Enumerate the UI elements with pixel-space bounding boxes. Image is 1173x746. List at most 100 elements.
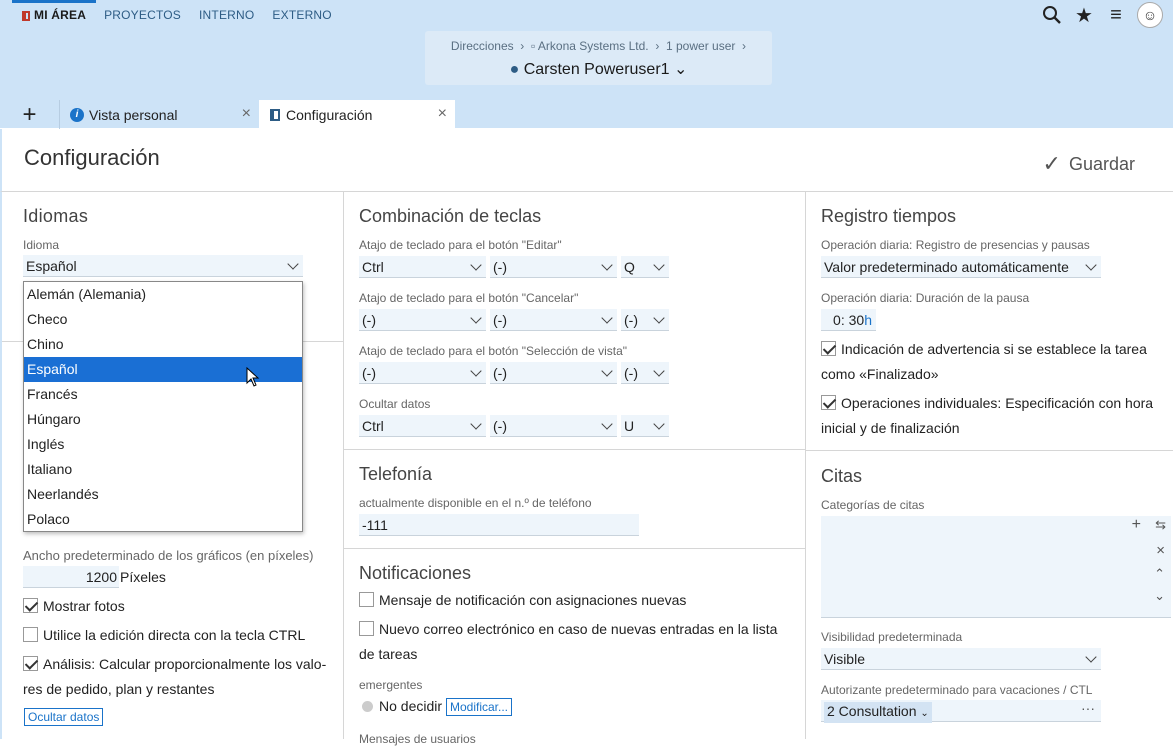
- chevron-up-icon[interactable]: ⌃: [1154, 566, 1165, 582]
- top-actions: ★ ≡ ☺: [1041, 2, 1163, 28]
- select-value: (-): [624, 365, 638, 381]
- language-value: Español: [26, 258, 77, 274]
- shortcut-edit-key1[interactable]: Ctrl: [359, 256, 486, 278]
- approver-label: Autorizante predeterminado para vacacion…: [821, 683, 1093, 697]
- shortcut-hide-key1[interactable]: Ctrl: [359, 415, 486, 437]
- pause-duration-input[interactable]: 0: 30h: [821, 309, 876, 331]
- breadcrumb-item-power-user[interactable]: 1 power user: [666, 39, 735, 53]
- user-selector[interactable]: ● Carsten Poweruser1 ⌄: [425, 59, 772, 79]
- show-photos-checkbox[interactable]: Mostrar fotos: [23, 594, 125, 619]
- daily-op-select[interactable]: Valor predeterminado automáticamente: [821, 256, 1101, 278]
- phone-label: actualmente disponible en el n.º de telé…: [359, 496, 592, 510]
- select-value: Visible: [824, 651, 865, 667]
- analysis-checkbox[interactable]: Análisis: Calcular proporcionalmente los…: [23, 652, 326, 677]
- language-option[interactable]: Húngaro: [24, 407, 302, 432]
- chevron-down-icon[interactable]: ⌄: [1154, 588, 1165, 604]
- nav-interno[interactable]: INTERNO: [199, 8, 254, 22]
- shortcut-cancel-key2[interactable]: (-): [490, 309, 617, 331]
- star-icon[interactable]: ★: [1073, 4, 1095, 27]
- avatar[interactable]: ☺: [1137, 2, 1163, 28]
- breadcrumb-item-direcciones[interactable]: Direcciones: [451, 39, 514, 53]
- language-option[interactable]: Alemán (Alemania): [24, 282, 302, 307]
- checkbox-icon: [23, 598, 38, 613]
- tab-label: Vista personal: [89, 106, 178, 123]
- approver-chip[interactable]: 2 Consultation ⌄: [824, 702, 932, 723]
- chevron-down-icon: [470, 259, 482, 271]
- chevron-down-icon: [470, 312, 482, 324]
- breadcrumb-separator: ›: [738, 39, 747, 53]
- pause-label: Operación diaria: Duración de la pausa: [821, 291, 1030, 305]
- checkbox-label: Mostrar fotos: [43, 598, 125, 614]
- radio-icon: [362, 701, 373, 712]
- phone-input[interactable]: -111: [359, 514, 639, 536]
- company-icon: ▫: [530, 39, 536, 53]
- select-value: Ctrl: [362, 418, 384, 434]
- approver-field[interactable]: 2 Consultation ⌄ ···: [821, 697, 1101, 723]
- language-option-selected[interactable]: Español: [24, 357, 302, 382]
- shortcut-view-key3[interactable]: (-): [621, 362, 669, 384]
- nav-externo[interactable]: EXTERNO: [272, 8, 331, 22]
- add-tab-button[interactable]: +: [0, 100, 60, 129]
- chart-width-input[interactable]: 1200: [23, 566, 119, 588]
- chevron-down-icon: [653, 365, 665, 377]
- search-icon[interactable]: [1041, 4, 1063, 26]
- mouse-cursor-icon: [246, 367, 260, 387]
- close-icon[interactable]: ×: [438, 105, 447, 123]
- checkbox-icon: [23, 656, 38, 671]
- warn-finished-checkbox[interactable]: Indicación de advertencia si se establec…: [821, 337, 1147, 362]
- language-dropdown[interactable]: Alemán (Alemania) Checo Chino Español Fr…: [23, 281, 303, 532]
- divider: [344, 449, 806, 450]
- visibility-select[interactable]: Visible: [821, 648, 1101, 670]
- shortcut-cancel-key3[interactable]: (-): [621, 309, 669, 331]
- breadcrumb-separator: ›: [516, 39, 528, 53]
- close-icon[interactable]: ×: [1156, 542, 1165, 559]
- checkbox-label: Operaciones individuales: Especificación…: [841, 395, 1154, 411]
- chevron-down-icon: [287, 258, 299, 270]
- more-icon[interactable]: ···: [1081, 697, 1095, 719]
- language-option[interactable]: Neerlandés: [24, 482, 302, 507]
- chart-width-unit: Píxeles: [120, 569, 166, 585]
- shortcut-view-key2[interactable]: (-): [490, 362, 617, 384]
- tab-configuracion[interactable]: Configuración ×: [259, 100, 455, 129]
- breadcrumb-item-company[interactable]: Arkona Systems Ltd.: [538, 39, 649, 53]
- chevron-down-icon: [601, 365, 613, 377]
- checkbox-icon: [821, 395, 836, 410]
- hide-data-button[interactable]: Ocultar datos: [24, 708, 104, 726]
- shortcut-hide-key3[interactable]: U: [621, 415, 669, 437]
- add-icon[interactable]: +: [1132, 516, 1141, 534]
- language-option[interactable]: Chino: [24, 332, 302, 357]
- language-option[interactable]: Checo: [24, 307, 302, 332]
- close-icon[interactable]: ×: [242, 105, 251, 123]
- language-option[interactable]: Inglés: [24, 432, 302, 457]
- no-decide-radio[interactable]: No decidir: [362, 694, 442, 719]
- notif-assign-checkbox[interactable]: Mensaje de notificación con asignaciones…: [359, 588, 686, 613]
- shortcut-edit-key3[interactable]: Q: [621, 256, 669, 278]
- divider: [344, 548, 806, 549]
- tab-vista-personal[interactable]: i Vista personal ×: [60, 100, 259, 129]
- modify-button[interactable]: Modificar...: [446, 698, 513, 716]
- categories-list[interactable]: + ⇆ × ⌃ ⌄: [821, 516, 1171, 618]
- column-middle: Combinación de teclas Atajo de teclado p…: [343, 192, 806, 746]
- nav-mi-area[interactable]: MI ÁREA: [11, 0, 97, 22]
- notif-email-checkbox[interactable]: Nuevo correo electrónico en caso de nuev…: [359, 617, 777, 642]
- chevron-down-icon: [653, 259, 665, 271]
- nav-proyectos[interactable]: PROYECTOS: [104, 8, 181, 22]
- language-option[interactable]: Polaco: [24, 507, 302, 532]
- select-value: (-): [493, 365, 507, 381]
- language-option[interactable]: Italiano: [24, 457, 302, 482]
- menu-icon[interactable]: ≡: [1105, 4, 1127, 26]
- shortcut-cancel-key1[interactable]: (-): [359, 309, 486, 331]
- transfer-icon[interactable]: ⇆: [1155, 517, 1166, 533]
- shortcut-edit-key2[interactable]: (-): [490, 256, 617, 278]
- save-button[interactable]: ✓ Guardar: [1043, 151, 1135, 177]
- language-option[interactable]: Francés: [24, 382, 302, 407]
- tab-label: Configuración: [286, 106, 373, 123]
- chevron-down-icon: [601, 312, 613, 324]
- shortcut-view-key1[interactable]: (-): [359, 362, 486, 384]
- direct-edit-checkbox[interactable]: Utilice la edición directa con la tecla …: [23, 623, 305, 648]
- page-title: Configuración: [24, 145, 160, 170]
- pause-minutes: 30: [848, 312, 865, 328]
- individual-ops-checkbox[interactable]: Operaciones individuales: Especificación…: [821, 391, 1153, 416]
- language-select[interactable]: Español: [23, 255, 303, 277]
- shortcut-hide-key2[interactable]: (-): [490, 415, 617, 437]
